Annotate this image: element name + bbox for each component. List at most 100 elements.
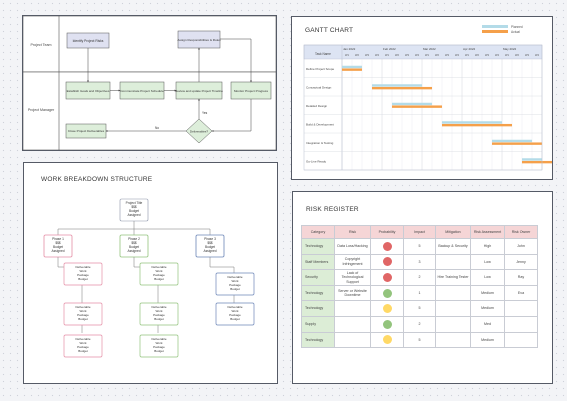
risk-cell-mitigation: [435, 315, 471, 333]
gantt-week-label: W1: [345, 53, 349, 57]
lane-label-team: Project Team: [31, 43, 52, 47]
wbs-phase-label: Phase 1 $$$ Budget Assigned: [51, 237, 64, 253]
gantt-bar-actual: [442, 123, 512, 127]
risk-probability-cell: [370, 315, 404, 333]
process-flow-panel: Project Team Project Manager Identify Pr…: [22, 15, 277, 151]
risk-cell-assessment: Low: [470, 269, 505, 286]
gantt-month-label: Apr 2022: [463, 47, 476, 51]
gantt-bar-planned: [372, 84, 422, 87]
risk-cell-owner: [504, 315, 538, 333]
wbs-phase-label: Phase 2 $$$ Budget Assigned: [127, 237, 140, 253]
probability-indicator: [382, 319, 392, 329]
risk-cell-owner: [504, 331, 538, 349]
gantt-week-label: W3: [405, 53, 409, 57]
gantt-week-label: W1: [465, 53, 469, 57]
process-flow-diagram: Project Team Project Manager Identify Pr…: [22, 15, 277, 151]
gantt-bar-planned: [492, 139, 532, 143]
wbs-phase-label: Phase 3 $$$ Budget Assigned: [203, 237, 216, 253]
wbs-diagram: Project Title $$$ Budget AssignedPhase 1 $$$…: [43, 198, 255, 358]
gantt-bar-planned: [522, 158, 542, 161]
risk-cell-owner: Eva: [504, 284, 538, 302]
node-communicate-label: Communicate Project Schedule: [120, 89, 164, 93]
risk-probability-cell: [370, 253, 404, 271]
decision-label: Deliverables?: [190, 130, 209, 134]
gantt-bar-actual: [372, 86, 432, 90]
risk-cell-impact: 2: [403, 269, 436, 286]
gantt-month-label: Jan 2022: [343, 47, 356, 51]
legend-swatch-actual: [482, 30, 508, 33]
risk-panel: RISK REGISTER Category Risk Probability …: [292, 191, 553, 384]
risk-cell-owner: Jenny: [504, 253, 538, 271]
risk-row: Staff Members Copyright Infringement 3 Low J…: [301, 253, 538, 271]
risk-cell-category: Technology: [301, 300, 335, 317]
risk-cell-risk: Data Loss/Hacking: [334, 238, 371, 255]
edge-label-no: No: [155, 126, 159, 130]
risk-title: RISK REGISTER: [306, 206, 359, 213]
risk-cell-mitigation: [435, 284, 471, 302]
risk-header-row: Category Risk Probability Impact Mitigat…: [301, 225, 538, 239]
gantt-week-label: W3: [525, 53, 529, 57]
gantt-week-label: W1: [385, 53, 389, 57]
gantt-task-label: Define Project Scope: [306, 67, 335, 71]
risk-row: Technology Data Loss/Hacking 5 Backup & Sec…: [301, 238, 538, 255]
gantt-week-label: W1: [425, 53, 429, 57]
gantt-week-label: W1: [505, 53, 509, 57]
risk-header-cell: Risk Assessment: [470, 225, 505, 239]
risk-cell-mitigation: [435, 300, 471, 317]
gantt-bar-actual: [492, 142, 542, 145]
gantt-week-label: W4: [375, 53, 379, 57]
risk-header-cell: Probability: [370, 225, 404, 239]
risk-cell-impact: 5: [403, 331, 436, 349]
node-close-label: Close Project Deliverables: [68, 129, 105, 133]
risk-cell-impact: 5: [403, 300, 436, 317]
risk-row: Technology Server or Website Downtime 1 Med…: [301, 284, 538, 302]
risk-header-cell: Mitigation: [435, 225, 471, 239]
gantt-bar-planned: [392, 102, 432, 106]
risk-header-cell: Risk Owner: [504, 225, 538, 239]
node-establish-label: Establish Goals and Objectives: [67, 89, 110, 93]
gantt-week-label: W4: [455, 53, 459, 57]
gantt-week-label: W4: [415, 53, 419, 57]
risk-probability-cell: [370, 284, 404, 302]
gantt-month-label: Mar 2022: [423, 47, 436, 51]
gantt-week-label: W2: [515, 53, 519, 57]
wbs-panel: WORK BREAKDOWN STRUCTURE Project Title $$…: [23, 162, 278, 384]
gantt-bar-actual: [522, 160, 552, 164]
risk-cell-mitigation: [435, 331, 471, 349]
risk-cell-assessment: Medium: [470, 300, 505, 317]
risk-cell-owner: John: [504, 238, 538, 255]
risk-cell-mitigation: [435, 253, 471, 271]
probability-indicator: [382, 241, 392, 251]
risk-cell-assessment: Med: [470, 315, 505, 333]
node-identify-label: Identify Project Risks: [73, 39, 104, 43]
risk-cell-impact: 5: [403, 238, 436, 255]
risk-cell-risk: Copyright Infringement: [334, 253, 371, 271]
risk-row: Technology 5 Medium: [301, 331, 538, 349]
risk-cell-owner: [504, 300, 538, 317]
node-monitor-label: Monitor Project Progress: [234, 89, 268, 93]
risk-cell-assessment: Medium: [470, 331, 505, 349]
risk-cell-impact: 1: [403, 284, 436, 302]
gantt-week-label: W3: [445, 53, 449, 57]
gantt-chart: PlannedActual Task Name Jan 2022 W1 W2 W3 W4 Fe…: [303, 25, 552, 171]
gantt-month-label: May 2022: [503, 47, 517, 51]
gantt-week-label: W2: [435, 53, 439, 57]
gantt-week-label: W3: [365, 53, 369, 57]
risk-header-cell: Impact: [403, 225, 436, 239]
risk-probability-cell: [370, 300, 404, 317]
gantt-bar-actual: [392, 105, 442, 108]
risk-cell-category: Technology: [301, 238, 335, 255]
risk-cell-risk: [334, 300, 371, 317]
risk-cell-risk: Lack of Technological Support: [334, 269, 371, 286]
probability-indicator: [382, 335, 392, 345]
gantt-bar-planned: [342, 65, 362, 69]
risk-probability-cell: [370, 238, 404, 255]
node-review-label: Review and update Project Timeline: [175, 89, 223, 93]
gantt-task-label: Detailed Design: [306, 104, 328, 108]
risk-cell-mitigation: Backup & Security: [435, 238, 471, 255]
node-assess-label: Assign Responsibilities & Roles: [177, 38, 221, 42]
edge-label-yes: Yes: [202, 111, 208, 115]
risk-probability-cell: [370, 331, 404, 349]
risk-cell-category: Staff Members: [301, 253, 335, 271]
gantt-task-label: Go-Live Ready: [306, 159, 327, 163]
